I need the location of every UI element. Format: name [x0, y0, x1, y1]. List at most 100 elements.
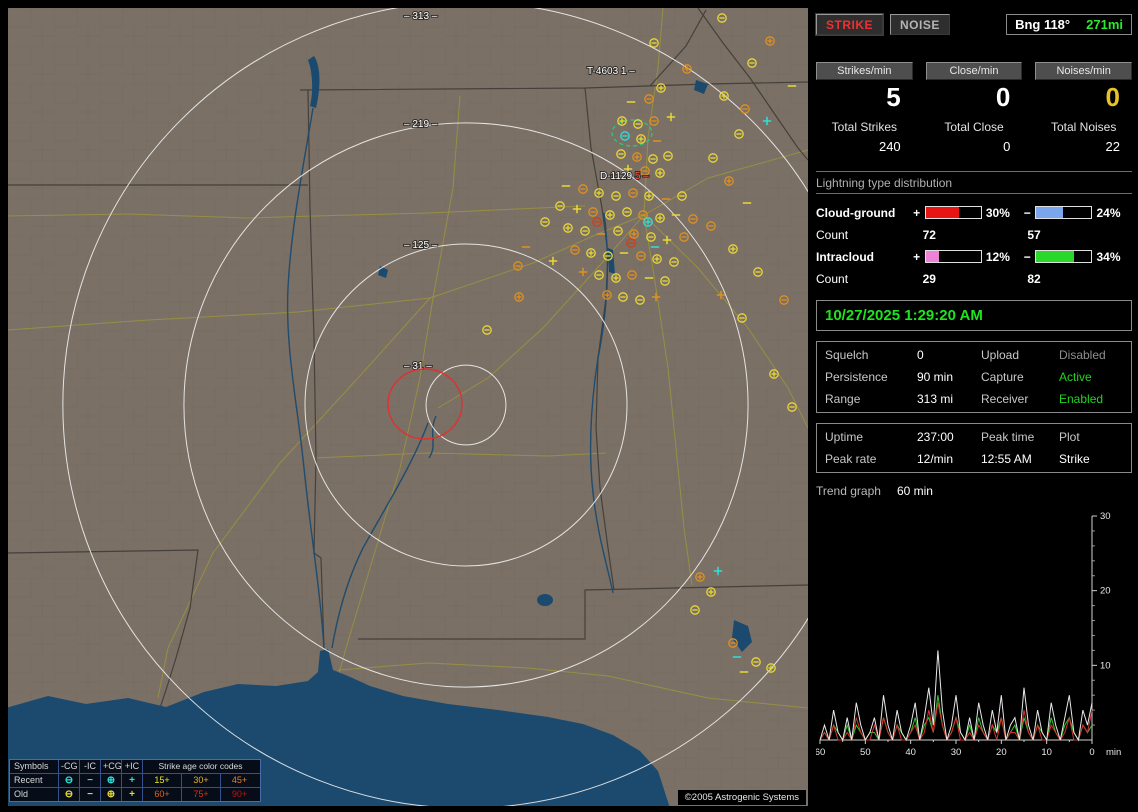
strikes-column: Strikes/min 5 Total Strikes 240 [816, 62, 913, 154]
cg-pos-recent-icon: ⊕ [100, 774, 121, 787]
peak-rate-value: 12/min [917, 452, 954, 466]
persistence-label: Persistence [825, 370, 888, 384]
cg-positive-bar-fill [925, 207, 959, 218]
age-45: 45+ [220, 774, 258, 787]
close-per-min-header[interactable]: Close/min [925, 62, 1023, 80]
legend-col-ic-neg: -IC [79, 760, 100, 773]
trend-x-tick-label: 10 [1041, 747, 1052, 758]
ic-neg-old-icon: − [79, 788, 100, 801]
peak-time-value: 12:55 AM [981, 452, 1032, 466]
ring-label-313: – 313 – [404, 11, 438, 22]
rate-columns: Strikes/min 5 Total Strikes 240 Close/mi… [816, 62, 1133, 154]
copyright-notice: ©2005 Astrogenic Systems [677, 790, 806, 805]
trend-y-tick-label: 10 [1100, 660, 1111, 671]
squelch-value: 0 [917, 348, 924, 362]
ring-label-31: – 31 – [404, 361, 432, 372]
trend-y-tick-label: 30 [1100, 511, 1111, 522]
upload-value: Disabled [1059, 348, 1106, 362]
cg-neg-old-icon: ⊖ [58, 788, 79, 801]
mode-toolbar: STRIKE NOISE Bng 118° 271mi [814, 13, 1132, 36]
plus-sign: + [913, 205, 921, 220]
minus-sign: − [1023, 249, 1031, 264]
legend-recent-label: Recent [14, 775, 43, 785]
squelch-label: Squelch [825, 348, 869, 362]
map-canvas[interactable]: – 313 – – 219 – – 125 – – 31 – T-4603 1 – D-1… [8, 8, 808, 806]
cg-negative-pct: 24% [1096, 205, 1121, 220]
legend-old-label: Old [14, 789, 29, 799]
age-90: 90+ [220, 788, 258, 801]
lightning-map[interactable]: – 313 – – 219 – – 125 – – 31 – T-4603 1 – D-1… [8, 8, 808, 806]
total-strikes-value: 240 [878, 139, 901, 154]
datetime-display: 10/27/2025 1:29:20 AM [825, 307, 983, 324]
peak-rate-label: Peak rate [825, 452, 877, 466]
ring-label-219: – 219 – [404, 119, 438, 130]
receiver-value: Enabled [1059, 392, 1104, 406]
capture-label: Capture [981, 370, 1024, 384]
ic-positive-pct: 12% [985, 249, 1010, 264]
trend-series-cloud-ground [819, 702, 1093, 742]
trend-graph-label: Trend graph [816, 484, 881, 498]
ic-positive-bar [924, 250, 982, 263]
noise-mode-button[interactable]: NOISE [890, 14, 950, 35]
total-noises-value: 22 [1105, 139, 1121, 154]
ic-count-row: Count 29 82 [816, 267, 1132, 290]
capture-value: Active [1059, 370, 1092, 384]
total-close-label: Total Close [944, 120, 1004, 134]
persistence-value: 90 min [917, 370, 954, 384]
noises-per-min-header[interactable]: Noises/min [1035, 62, 1133, 80]
session-box: Uptime 237:00 Peak time Plot Peak rate 1… [816, 423, 1132, 473]
trend-y-tick-label: 20 [1100, 586, 1111, 597]
lightning-type-distribution: Lightning type distribution Cloud-ground… [816, 171, 1132, 290]
receiver-label: Receiver [981, 392, 1029, 406]
uptime-label: Uptime [825, 430, 864, 444]
bearing-value: Bng 118° [1015, 17, 1071, 32]
cloud-ground-row: Cloud-ground + 30% − 24% [816, 202, 1132, 223]
ic-count-label: Count [816, 271, 849, 286]
ic-negative-count: 82 [1027, 271, 1041, 286]
cg-count-label: Count [816, 227, 849, 242]
legend-col-cg-neg: -CG [58, 760, 79, 773]
trend-x-tick-label: 20 [996, 747, 1007, 758]
trend-x-tick-label: 60 [816, 747, 825, 758]
strikes-per-min-header[interactable]: Strikes/min [816, 62, 913, 80]
cg-positive-pct: 30% [985, 205, 1010, 220]
age-60: 60+ [142, 788, 181, 801]
age-75: 75+ [181, 788, 220, 801]
ic-positive-count: 29 [922, 271, 936, 286]
trend-x-tick-label: 40 [905, 747, 916, 758]
range-value: 313 mi [917, 392, 954, 406]
clock-box: 10/27/2025 1:29:20 AM [816, 300, 1132, 331]
age-30: 30+ [181, 774, 220, 787]
noises-column: Noises/min 0 Total Noises 22 [1035, 62, 1133, 154]
peak-time-label: Peak time [981, 430, 1035, 444]
close-column: Close/min 0 Total Close 0 [925, 62, 1023, 154]
strike-mode-button[interactable]: STRIKE [814, 13, 885, 36]
cg-pos-old-icon: ⊕ [100, 788, 121, 801]
total-close-value: 0 [1003, 139, 1011, 154]
minus-sign: − [1023, 205, 1031, 220]
station-label: T-4603 1 – [587, 66, 635, 77]
upload-label: Upload [981, 348, 1020, 362]
plus-sign: + [913, 249, 921, 264]
cg-count-row: Count 72 57 [816, 223, 1132, 246]
trend-x-tick-label: 30 [951, 747, 962, 758]
noises-per-min-value: 0 [1105, 82, 1121, 112]
uptime-value: 237:00 [917, 430, 954, 444]
ic-positive-bar-fill [925, 251, 939, 262]
ic-pos-old-icon: + [121, 788, 142, 801]
total-noises-label: Total Noises [1050, 120, 1117, 134]
trend-x-tick-label: 50 [860, 747, 871, 758]
total-strikes-label: Total Strikes [831, 120, 898, 134]
trend-x-unit: min [1106, 747, 1121, 758]
ic-negative-pct: 34% [1096, 249, 1121, 264]
status-panel: STRIKE NOISE Bng 118° 271mi Strikes/min … [814, 8, 1133, 806]
cg-neg-recent-icon: ⊖ [58, 774, 79, 787]
legend-col-cg-pos: +CG [100, 760, 121, 773]
intracloud-row: Intracloud + 12% − 34% [816, 246, 1132, 267]
ic-neg-recent-icon: − [79, 774, 100, 787]
close-per-min-value: 0 [995, 82, 1011, 112]
ring-label-125: – 125 – [404, 240, 438, 251]
trend-graph-header: Trend graph 60 min [816, 484, 1132, 498]
age-15: 15+ [142, 774, 181, 787]
trend-graph: 60 50 40 30 20 10 0 min 10 20 30 [816, 511, 1121, 758]
